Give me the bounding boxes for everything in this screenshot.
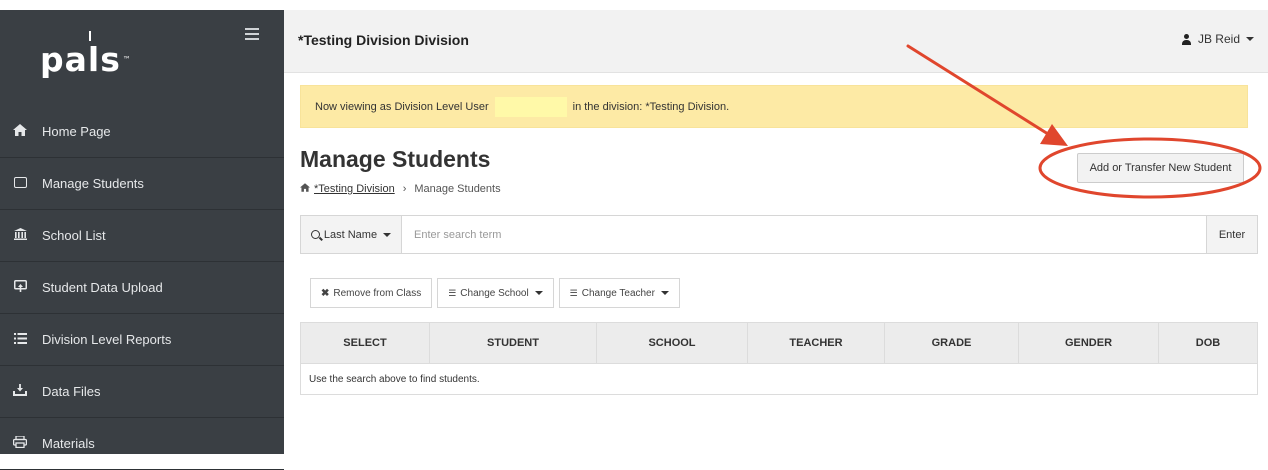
user-menu[interactable]: JB Reid — [1181, 32, 1254, 46]
column-header-dob[interactable]: DOB — [1158, 322, 1258, 364]
user-icon — [1181, 33, 1192, 45]
home-icon — [300, 183, 310, 195]
change-school-label: Change School — [460, 287, 529, 299]
sidebar-item-label: Student Data Upload — [42, 280, 163, 295]
main-content: *Testing Division Division JB Reid Now v… — [284, 0, 1268, 454]
change-school-button[interactable]: ☰ Change School — [437, 278, 554, 308]
redacted-user-highlight — [494, 96, 567, 117]
caret-down-icon — [534, 291, 543, 295]
logo-accent-mark — [89, 31, 91, 41]
bulk-actions: ✖ Remove from Class ☰ Change School ☰ Ch… — [310, 278, 685, 308]
table-row: Use the search above to find students. — [300, 363, 1258, 395]
division-title: *Testing Division Division — [298, 32, 469, 48]
download-icon — [12, 384, 28, 399]
add-or-transfer-student-button[interactable]: Add or Transfer New Student — [1077, 153, 1244, 183]
breadcrumb-current: Manage Students — [414, 183, 501, 195]
student-search-bar: Last Name Enter — [300, 215, 1258, 254]
caret-down-icon — [383, 232, 392, 237]
search-field-label: Last Name — [323, 228, 378, 241]
table-header-row: SELECT STUDENT SCHOOL TEACHER GRADE GEND… — [300, 322, 1258, 364]
sidebar-item-label: Home Page — [42, 124, 111, 139]
sidebar-item-home-page[interactable]: Home Page — [0, 106, 284, 158]
user-name: JB Reid — [1197, 32, 1240, 46]
hamburger-menu-icon[interactable] — [245, 28, 259, 40]
search-icon — [310, 230, 320, 239]
sidebar: pals ™ Home Page Manage Students School L… — [0, 0, 284, 470]
search-input[interactable] — [402, 216, 1206, 253]
top-header: *Testing Division Division JB Reid — [284, 10, 1268, 73]
column-header-select[interactable]: SELECT — [300, 322, 430, 364]
column-header-school[interactable]: SCHOOL — [596, 322, 748, 364]
sidebar-nav: Home Page Manage Students School List St… — [0, 106, 284, 470]
list-icon — [12, 332, 28, 347]
sidebar-item-materials[interactable]: Materials — [0, 418, 284, 470]
remove-from-class-button[interactable]: ✖ Remove from Class — [310, 278, 433, 308]
change-teacher-button[interactable]: ☰ Change Teacher — [558, 278, 680, 308]
alert-suffix: in the division: *Testing Division. — [572, 100, 730, 113]
upload-icon — [12, 280, 28, 295]
breadcrumb-division-link[interactable]: *Testing Division — [314, 183, 395, 195]
sidebar-item-manage-students[interactable]: Manage Students — [0, 158, 284, 210]
sidebar-item-label: Materials — [42, 436, 95, 451]
sidebar-item-division-level-reports[interactable]: Division Level Reports — [0, 314, 284, 366]
column-header-grade[interactable]: GRADE — [884, 322, 1019, 364]
sliders-icon: ☰ — [448, 287, 457, 298]
printer-icon — [12, 435, 28, 451]
close-icon: ✖ — [321, 287, 330, 299]
home-icon — [12, 124, 28, 139]
sidebar-item-label: Data Files — [42, 384, 101, 399]
page-title: Manage Students — [300, 146, 491, 172]
column-header-student[interactable]: STUDENT — [429, 322, 597, 364]
students-table: SELECT STUDENT SCHOOL TEACHER GRADE GEND… — [300, 322, 1258, 395]
caret-down-icon — [1246, 37, 1254, 41]
search-field-dropdown[interactable]: Last Name — [301, 216, 402, 253]
sidebar-item-label: Division Level Reports — [42, 332, 172, 347]
sliders-icon: ☰ — [569, 287, 578, 298]
column-header-gender[interactable]: GENDER — [1018, 322, 1159, 364]
id-card-icon — [12, 176, 28, 191]
sidebar-item-student-data-upload[interactable]: Student Data Upload — [0, 262, 284, 314]
pals-logo[interactable]: pals ™ — [40, 31, 132, 80]
sidebar-item-label: Manage Students — [42, 176, 144, 191]
sidebar-item-school-list[interactable]: School List — [0, 210, 284, 262]
alert-prefix: Now viewing as Division Level User — [315, 100, 489, 113]
breadcrumb-separator: › — [402, 183, 407, 195]
enter-button[interactable]: Enter — [1206, 216, 1257, 253]
sidebar-item-label: School List — [42, 228, 106, 243]
logo-text: pals — [40, 40, 121, 79]
building-columns-icon — [12, 228, 28, 243]
empty-table-message: Use the search above to find students. — [300, 363, 1258, 395]
sidebar-top-gap — [0, 0, 284, 10]
logo-trademark: ™ — [122, 55, 132, 64]
change-teacher-label: Change Teacher — [581, 287, 655, 299]
column-header-teacher[interactable]: TEACHER — [747, 322, 885, 364]
viewing-as-alert: Now viewing as Division Level User in th… — [300, 85, 1248, 128]
breadcrumb: *Testing Division › Manage Students — [300, 183, 501, 195]
sidebar-item-data-files[interactable]: Data Files — [0, 366, 284, 418]
remove-from-class-label: Remove from Class — [333, 287, 422, 299]
caret-down-icon — [660, 291, 669, 295]
